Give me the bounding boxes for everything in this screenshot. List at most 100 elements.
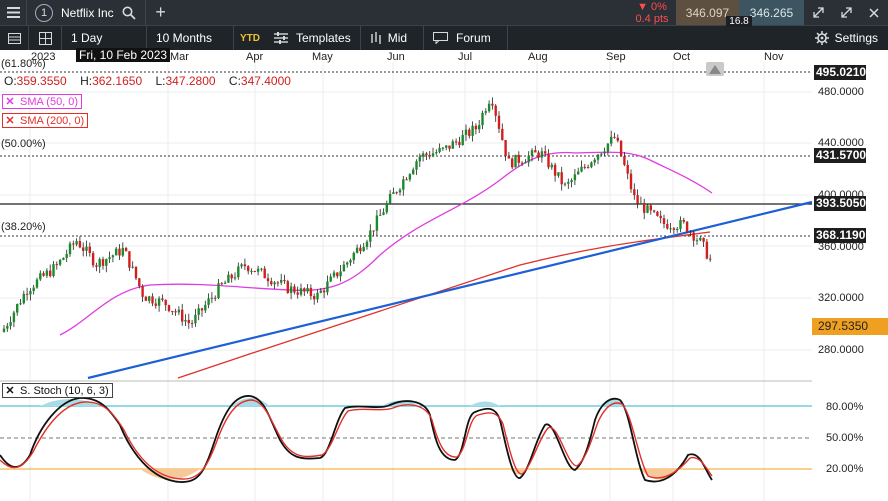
hover-date-tag: Fri, 10 Feb 2023 — [76, 48, 171, 62]
candle-body — [487, 103, 491, 112]
candle-body — [507, 156, 511, 159]
candle-body — [524, 162, 527, 164]
candle-body — [22, 293, 25, 304]
candle-body — [461, 134, 464, 146]
candle-body — [220, 283, 223, 285]
candle-body — [570, 180, 573, 183]
candle-body — [553, 164, 557, 176]
month-label: May — [312, 51, 333, 63]
ytd-button[interactable]: YTD — [240, 33, 260, 44]
forum-button[interactable]: Forum — [456, 31, 491, 45]
restore-icon[interactable] — [841, 7, 852, 18]
alert-marker[interactable] — [706, 62, 724, 76]
candle-body — [270, 281, 273, 285]
settings-button[interactable]: Settings — [835, 31, 878, 45]
candle-body — [481, 112, 484, 126]
candle-body — [501, 128, 504, 141]
templates-button[interactable]: Templates — [296, 31, 351, 45]
symbol-name[interactable]: Netflix Inc — [61, 6, 114, 20]
search-icon[interactable] — [122, 6, 136, 20]
candle-body — [593, 159, 596, 163]
candle-body — [402, 179, 405, 190]
month-label: Oct — [673, 51, 691, 63]
candle-body — [474, 125, 478, 130]
candle-body — [669, 228, 672, 230]
candle-body — [685, 221, 689, 232]
candle-body — [111, 255, 115, 258]
candle-body — [148, 296, 151, 301]
candle-body — [273, 282, 276, 285]
candle-body — [200, 308, 204, 311]
panel-icon[interactable] — [0, 32, 28, 44]
settings-icon[interactable] — [814, 31, 829, 45]
candle-body — [65, 254, 68, 258]
candle-body — [190, 323, 194, 325]
candle-body — [177, 309, 181, 313]
add-tab-icon[interactable]: + — [146, 2, 176, 23]
candle-body — [85, 246, 88, 251]
month-label: Aug — [528, 51, 548, 63]
close-value: 347.4000 — [240, 74, 291, 88]
templates-icon[interactable] — [274, 32, 288, 44]
candle-body — [352, 252, 355, 261]
candle-body — [319, 290, 322, 293]
candle-body — [385, 203, 388, 213]
candle-body — [494, 105, 497, 116]
candle-body — [2, 328, 6, 332]
price-chart[interactable] — [0, 50, 888, 501]
candle-body — [230, 274, 233, 279]
price-type-icon[interactable] — [370, 32, 382, 44]
candle-body — [204, 304, 207, 311]
candle-body — [695, 240, 699, 242]
candle-body — [95, 265, 98, 267]
candle-body — [379, 214, 382, 216]
interval-select[interactable]: 1 Day — [62, 31, 146, 45]
candle-body — [511, 158, 514, 168]
close-icon[interactable] — [869, 7, 879, 18]
candle-body — [646, 205, 649, 213]
candle-body — [313, 296, 316, 300]
candle-body — [649, 205, 652, 211]
stoch-legend[interactable]: ✕ S. Stoch (10, 6, 3) — [2, 383, 113, 398]
candle-body — [39, 273, 42, 280]
candle-body — [121, 247, 124, 256]
candle-body — [68, 243, 72, 255]
level-badge: 431.5700 — [814, 148, 867, 163]
candle-body — [431, 153, 435, 157]
candle-body — [32, 287, 35, 291]
remove-sma200-icon[interactable]: ✕ — [3, 114, 17, 127]
candle-body — [115, 248, 118, 256]
sma200-legend[interactable]: ✕ SMA (200, 0) — [2, 113, 89, 128]
candle-body — [342, 264, 346, 272]
candle-body — [583, 166, 586, 168]
candle-body — [161, 298, 164, 300]
candle-body — [517, 154, 520, 163]
candle-body — [174, 311, 177, 313]
month-label: Jun — [387, 51, 405, 63]
candle-body — [124, 247, 128, 252]
expand-icon[interactable] — [813, 7, 824, 18]
candle-body — [372, 230, 375, 232]
candle-body — [567, 182, 570, 184]
range-select[interactable]: 10 Months — [147, 31, 233, 45]
candle-body — [702, 237, 705, 242]
chart-toolbar: 1 Day 10 Months YTD Templates Mid Forum … — [0, 25, 888, 51]
candle-body — [217, 283, 220, 299]
change-box: ▼ 0% 0.4 pts — [628, 0, 676, 25]
candle-body — [606, 143, 610, 152]
candle-body — [603, 151, 606, 154]
candle-body — [547, 153, 550, 168]
fib-382-label: (38.20%) — [1, 221, 46, 233]
symbol-number-badge: 1 — [35, 3, 53, 22]
price-type-select[interactable]: Mid — [388, 31, 407, 45]
forum-icon[interactable] — [433, 32, 449, 44]
remove-stoch-icon[interactable]: ✕ — [3, 384, 17, 397]
menu-icon[interactable] — [0, 0, 26, 25]
layout-grid-icon[interactable] — [29, 31, 61, 45]
candle-body — [682, 219, 685, 222]
sma50-legend[interactable]: ✕ SMA (50, 0) — [2, 94, 83, 109]
candle-body — [240, 264, 243, 267]
candle-body — [369, 230, 372, 242]
remove-sma50-icon[interactable]: ✕ — [3, 95, 17, 108]
candle-body — [154, 303, 157, 306]
